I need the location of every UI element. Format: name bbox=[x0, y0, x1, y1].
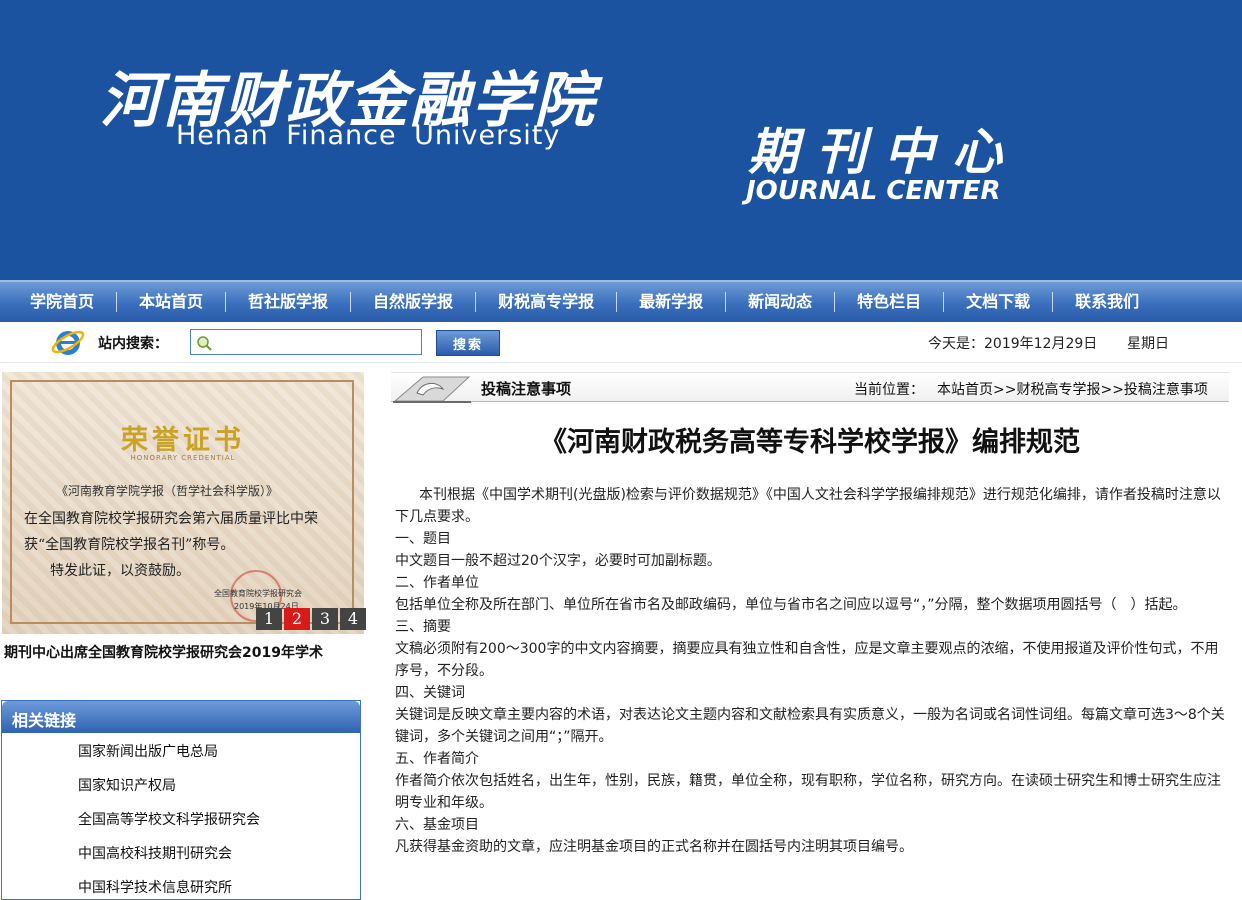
link-item[interactable]: 中国科学技术信息研究所 bbox=[78, 877, 232, 897]
nav-item-news[interactable]: 新闻动态 bbox=[725, 292, 834, 312]
section-text: 凡获得基金资助的文章，应注明基金项目的正式名称并在圆括号内注明其项目编号。 bbox=[395, 839, 913, 855]
section-title: 投稿注意事项 bbox=[481, 380, 572, 398]
nav-item-contact[interactable]: 联系我们 bbox=[1052, 292, 1161, 312]
article-intro: 本刊根据《中国学术期刊(光盘版)检索与评价数据规范》《中国人文社会科学学报编排规… bbox=[395, 487, 1221, 525]
current-weekday: 星期日 bbox=[1127, 336, 1169, 352]
page-title: 《河南财政税务高等专科学校学报》编排规范 bbox=[540, 427, 1080, 458]
certificate-issuer: 全国教育院校学报研究会 bbox=[214, 589, 302, 598]
news-slideshow[interactable]: 荣誉证书 HONORARY CREDENTIAL 《河南教育学院学报（哲学社会科… bbox=[2, 372, 364, 634]
related-links-title: 相关链接 bbox=[12, 711, 77, 730]
nav-item-featured-columns[interactable]: 特色栏目 bbox=[834, 292, 943, 312]
section-heading: 五、作者简介 bbox=[395, 751, 479, 767]
section-text: 关键词是反映文章主要内容的术语，对表达论文主题内容和文献检索具有实质意义，一般为… bbox=[395, 707, 1225, 745]
certificate-line: 《河南教育学院学报（哲学社会科学版）》 bbox=[56, 484, 279, 498]
slide-page-button[interactable]: 1 bbox=[256, 608, 282, 630]
section-decoration-icon bbox=[393, 376, 471, 403]
breadcrumb-bar: 投稿注意事项 当前位置： 本站首页>>财税高专学报>>投稿注意事项 bbox=[391, 372, 1229, 403]
journal-center-title-en: JOURNAL CENTER bbox=[746, 176, 1001, 206]
nav-item-downloads[interactable]: 文档下载 bbox=[943, 292, 1052, 312]
section-heading: 四、关键词 bbox=[395, 685, 465, 701]
breadcrumb-label: 当前位置： bbox=[854, 382, 924, 398]
section-heading: 六、基金项目 bbox=[395, 817, 479, 833]
search-bar: 站内搜索： 搜索 今天是：2019年12月29日 星期日 bbox=[0, 322, 1242, 363]
current-date: 今天是：2019年12月29日 bbox=[928, 336, 1098, 352]
certificate-border bbox=[10, 380, 354, 624]
slide-page-button[interactable]: 3 bbox=[312, 608, 338, 630]
nav-item-latest-issue[interactable]: 最新学报 bbox=[616, 292, 725, 312]
nav-item-finance-tax-journal[interactable]: 财税高专学报 bbox=[475, 292, 616, 312]
section-heading: 二、作者单位 bbox=[395, 575, 479, 591]
related-links-panel: 相关链接 国家新闻出版广电总局 国家知识产权局 全国高等学校文科学报研究会 中国… bbox=[1, 700, 361, 900]
section-text: 作者简介依次包括姓名，出生年，性别，民族，籍贯，单位全称，现有职称，学位名称，研… bbox=[395, 773, 1221, 811]
header-banner: 河南财政金融学院 Henan Finance University 期刊中心 J… bbox=[0, 0, 1242, 280]
ie-icon bbox=[51, 330, 85, 355]
nav-item-social-science-edition[interactable]: 哲社版学报 bbox=[225, 292, 350, 312]
section-heading: 三、摘要 bbox=[395, 619, 451, 635]
university-logo-en: Henan Finance University bbox=[176, 120, 561, 151]
link-item[interactable]: 全国高等学校文科学报研究会 bbox=[78, 809, 260, 829]
slideshow-pager: 1 2 3 4 bbox=[254, 608, 366, 630]
link-item[interactable]: 国家知识产权局 bbox=[78, 775, 176, 795]
search-label: 站内搜索： bbox=[98, 336, 168, 352]
related-links-header: 相关链接 bbox=[2, 701, 360, 733]
section-text: 文稿必须附有200～300字的中文内容摘要，摘要应具有独立性和自含性，应是文章主… bbox=[395, 641, 1219, 679]
nav-item-college-home[interactable]: 学院首页 bbox=[0, 292, 116, 312]
journal-center-title-cn: 期刊中心 bbox=[748, 123, 1020, 181]
slide-caption-link[interactable]: 期刊中心出席全国教育院校学报研究会2019年学术 bbox=[4, 642, 366, 662]
slide-page-button[interactable]: 4 bbox=[340, 608, 366, 630]
search-button[interactable]: 搜索 bbox=[436, 330, 500, 356]
search-input[interactable] bbox=[190, 329, 422, 355]
certificate-line: 在全国教育院校学报研究会第六届质量评比中荣 bbox=[24, 511, 318, 527]
section-heading: 一、题目 bbox=[395, 531, 451, 547]
section-text: 中文题目一般不超过20个汉字，必要时可加副标题。 bbox=[395, 553, 721, 569]
certificate-line: 特发此证，以资鼓励。 bbox=[50, 563, 190, 579]
certificate-subtitle: HONORARY CREDENTIAL bbox=[130, 454, 236, 462]
certificate-title: 荣誉证书 bbox=[121, 425, 245, 456]
nav-item-site-home[interactable]: 本站首页 bbox=[116, 292, 225, 312]
slide-page-button-active[interactable]: 2 bbox=[284, 608, 310, 630]
main-nav: 学院首页 本站首页 哲社版学报 自然版学报 财税高专学报 最新学报 新闻动态 特… bbox=[0, 280, 1242, 322]
section-text: 包括单位全称及所在部门、单位所在省市名及邮政编码，单位与省市名之间应以逗号“，”… bbox=[395, 597, 1187, 613]
nav-item-natural-science-edition[interactable]: 自然版学报 bbox=[350, 292, 475, 312]
slide-image-certificate[interactable]: 荣誉证书 HONORARY CREDENTIAL 《河南教育学院学报（哲学社会科… bbox=[2, 372, 364, 634]
certificate-line: 获“全国教育院校学报名刊”称号。 bbox=[24, 537, 235, 553]
search-icon bbox=[197, 336, 212, 351]
link-item[interactable]: 国家新闻出版广电总局 bbox=[78, 741, 218, 761]
article-body: 本刊根据《中国学术期刊(光盘版)检索与评价数据规范》《中国人文社会科学学报编排规… bbox=[395, 484, 1225, 858]
link-item[interactable]: 中国高校科技期刊研究会 bbox=[78, 843, 232, 863]
breadcrumb[interactable]: 本站首页>>财税高专学报>>投稿注意事项 bbox=[937, 379, 1208, 399]
